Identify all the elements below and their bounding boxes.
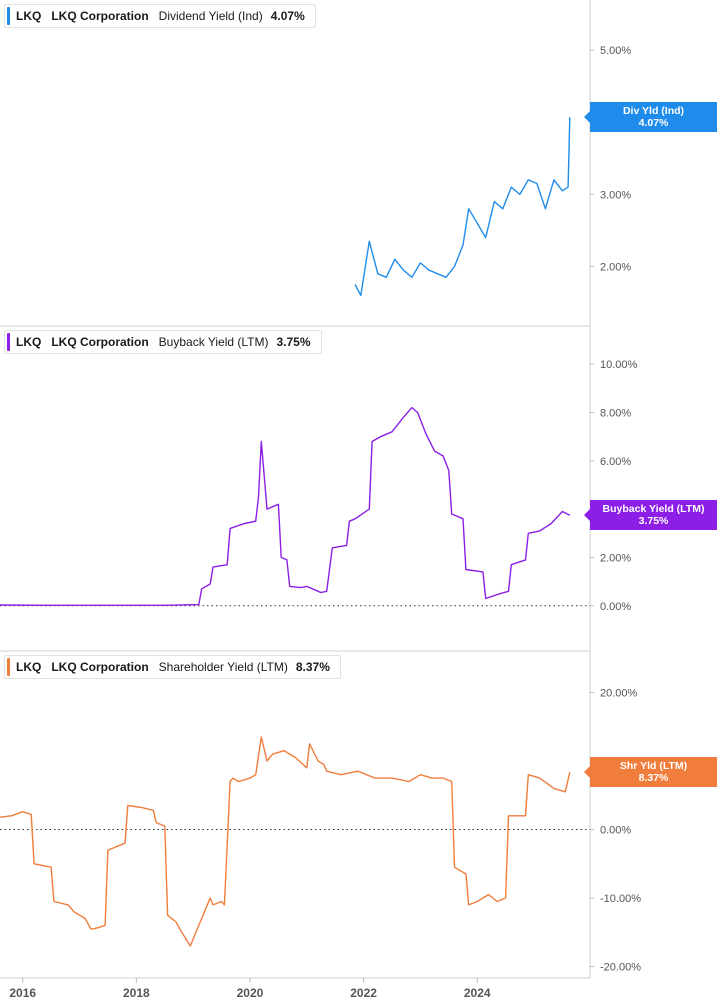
metric-label: Shareholder Yield (LTM) bbox=[158, 660, 288, 674]
y-tick-label: 0.00% bbox=[600, 824, 631, 836]
latest-value: 4.07% bbox=[270, 9, 305, 23]
y-tick-label: 10.00% bbox=[600, 359, 638, 371]
ticker-label: LKQ bbox=[16, 9, 42, 23]
panel-legend-1: LKQ LKQ Corporation Buyback Yield (LTM) 3.7… bbox=[4, 330, 322, 354]
ticker-label: LKQ bbox=[16, 335, 42, 349]
y-tick-label: 6.00% bbox=[600, 456, 631, 468]
y-tick-label: -20.00% bbox=[600, 962, 641, 974]
metric-label: Buyback Yield (LTM) bbox=[158, 335, 269, 349]
y-tick-label: -10.00% bbox=[600, 893, 641, 905]
value-flag-1: Buyback Yield (LTM) 3.75% bbox=[584, 500, 717, 531]
y-tick-label: 3.00% bbox=[600, 189, 631, 201]
value-flag-0: Div Yld (Ind) 4.07% bbox=[584, 102, 717, 133]
series-swatch bbox=[7, 658, 10, 676]
x-tick-label: 2022 bbox=[350, 986, 377, 1000]
y-tick-label: 20.00% bbox=[600, 687, 638, 699]
panel-legend-2: LKQ LKQ Corporation Shareholder Yield (LTM… bbox=[4, 655, 341, 679]
series-swatch bbox=[7, 7, 10, 25]
series-line-0 bbox=[354, 117, 571, 297]
company-label: LKQ Corporation bbox=[51, 660, 149, 674]
panel-legend-0: LKQ LKQ Corporation Dividend Yield (Ind) 4.… bbox=[4, 4, 316, 28]
flag-title: Buyback Yield (LTM) bbox=[602, 503, 705, 516]
latest-value: 3.75% bbox=[276, 335, 311, 349]
y-tick-label: 0.00% bbox=[600, 601, 631, 613]
y-tick-label: 2.00% bbox=[600, 262, 631, 274]
y-tick-label: 5.00% bbox=[600, 45, 631, 57]
x-tick-label: 2024 bbox=[464, 986, 491, 1000]
flag-title: Shr Yld (LTM) bbox=[619, 760, 688, 773]
y-tick-label: 8.00% bbox=[600, 407, 631, 419]
company-label: LKQ Corporation bbox=[51, 9, 149, 23]
series-line-2 bbox=[0, 736, 571, 947]
y-tick-label: 2.00% bbox=[600, 552, 631, 564]
company-label: LKQ Corporation bbox=[51, 335, 149, 349]
flag-title: Div Yld (Ind) bbox=[622, 105, 685, 118]
metric-label: Dividend Yield (Ind) bbox=[158, 9, 263, 23]
series-line-1 bbox=[0, 406, 571, 606]
value-flag-2: Shr Yld (LTM) 8.37% bbox=[584, 757, 717, 788]
x-tick-label: 2020 bbox=[237, 986, 264, 1000]
series-swatch bbox=[7, 333, 10, 351]
x-tick-label: 2018 bbox=[123, 986, 150, 1000]
latest-value: 8.37% bbox=[295, 660, 330, 674]
x-tick-label: 2016 bbox=[9, 986, 36, 1000]
flag-value: 3.75% bbox=[638, 515, 669, 528]
flag-value: 8.37% bbox=[638, 772, 669, 785]
flag-value: 4.07% bbox=[638, 117, 669, 130]
ticker-label: LKQ bbox=[16, 660, 42, 674]
